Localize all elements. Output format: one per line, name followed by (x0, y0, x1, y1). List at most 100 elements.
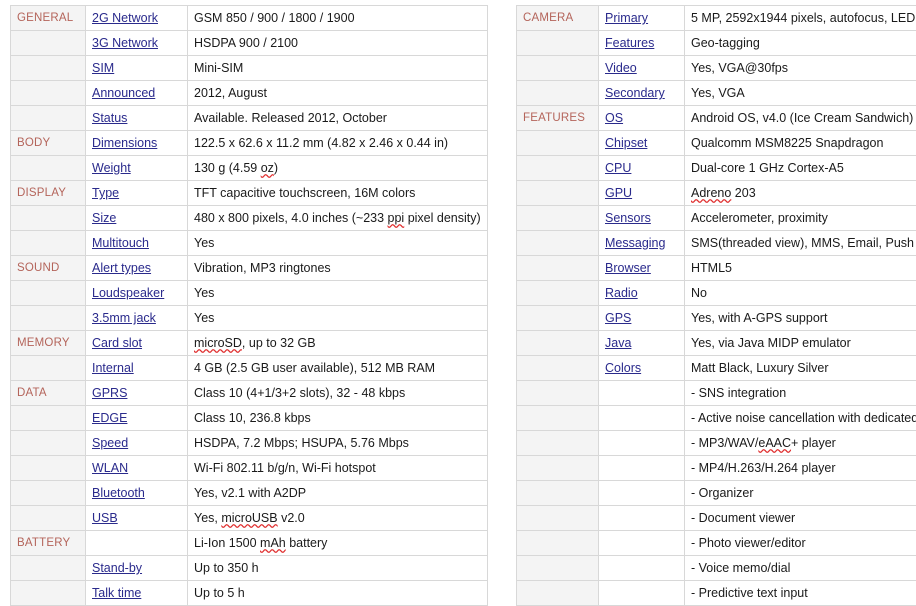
spec-link-cell[interactable]: Features (599, 31, 685, 56)
spec-value: 130 g (4.59 oz) (188, 156, 488, 181)
spec-link-cell[interactable]: 2G Network (86, 6, 188, 31)
category-cell-empty (11, 406, 86, 431)
spec-link-cell[interactable]: Internal (86, 356, 188, 381)
spec-link-gpu[interactable]: GPU (605, 186, 632, 200)
table-row: - Photo viewer/editor (517, 531, 916, 556)
spec-link-cell[interactable]: Announced (86, 81, 188, 106)
spec-link-java[interactable]: Java (605, 336, 631, 350)
spec-link-cell[interactable]: Sensors (599, 206, 685, 231)
spec-link-cell[interactable]: Radio (599, 281, 685, 306)
table-row: SOUNDAlert typesVibration, MP3 ringtones (11, 256, 488, 281)
spec-link-primary[interactable]: Primary (605, 11, 648, 25)
category-cell-empty (517, 256, 599, 281)
spec-value: - MP4/H.263/H.264 player (685, 456, 916, 481)
spec-link-cell[interactable]: Status (86, 106, 188, 131)
spec-link-stand-by[interactable]: Stand-by (92, 561, 142, 575)
spec-link-cell[interactable]: Primary (599, 6, 685, 31)
spec-link-edge[interactable]: EDGE (92, 411, 127, 425)
spec-link-internal[interactable]: Internal (92, 361, 134, 375)
spec-link-cell[interactable]: Speed (86, 431, 188, 456)
table-row: EDGEClass 10, 236.8 kbps (11, 406, 488, 431)
table-row: - Active noise cancellation with dedicat… (517, 406, 916, 431)
table-row: USB Yes, microUSB v2.0 (11, 506, 488, 531)
spec-link-cell[interactable]: Messaging (599, 231, 685, 256)
spec-link-chipset[interactable]: Chipset (605, 136, 647, 150)
spec-link-dimensions[interactable]: Dimensions (92, 136, 157, 150)
spec-link-radio[interactable]: Radio (605, 286, 638, 300)
spec-link-cell[interactable]: Loudspeaker (86, 281, 188, 306)
category-cell-empty (517, 556, 599, 581)
spec-link-bluetooth[interactable]: Bluetooth (92, 486, 145, 500)
spec-link-speed[interactable]: Speed (92, 436, 128, 450)
spec-link-cell[interactable]: Stand-by (86, 556, 188, 581)
spec-link-cell[interactable]: Browser (599, 256, 685, 281)
spec-link-cell[interactable]: SIM (86, 56, 188, 81)
spec-link-cell[interactable]: Java (599, 331, 685, 356)
spec-link-3-5mm-jack[interactable]: 3.5mm jack (92, 311, 156, 325)
spec-link-status[interactable]: Status (92, 111, 127, 125)
spec-link-colors[interactable]: Colors (605, 361, 641, 375)
spec-link-cell[interactable]: 3.5mm jack (86, 306, 188, 331)
spec-link-cell[interactable]: GPU (599, 181, 685, 206)
spec-link-cell[interactable]: OS (599, 106, 685, 131)
spec-link-secondary[interactable]: Secondary (605, 86, 665, 100)
spec-link-usb[interactable]: USB (92, 511, 118, 525)
spec-link-cell[interactable]: Multitouch (86, 231, 188, 256)
table-row: GPSYes, with A-GPS support (517, 306, 916, 331)
spec-link-card-slot[interactable]: Card slot (92, 336, 142, 350)
category-cell-empty (517, 406, 599, 431)
spec-link-cell[interactable]: Secondary (599, 81, 685, 106)
spec-link-loudspeaker[interactable]: Loudspeaker (92, 286, 164, 300)
spec-link-3g-network[interactable]: 3G Network (92, 36, 158, 50)
spec-link-cell[interactable]: Weight (86, 156, 188, 181)
table-row: 3.5mm jackYes (11, 306, 488, 331)
spec-link-cell-empty (599, 456, 685, 481)
spec-link-cell[interactable]: Card slot (86, 331, 188, 356)
spec-link-features[interactable]: Features (605, 36, 654, 50)
spec-link-cpu[interactable]: CPU (605, 161, 631, 175)
spec-value: GSM 850 / 900 / 1800 / 1900 (188, 6, 488, 31)
spec-link-cell[interactable]: Bluetooth (86, 481, 188, 506)
spec-link-sim[interactable]: SIM (92, 61, 114, 75)
spec-link-cell[interactable]: Type (86, 181, 188, 206)
spec-link-multitouch[interactable]: Multitouch (92, 236, 149, 250)
table-row: - MP4/H.263/H.264 player (517, 456, 916, 481)
spec-link-gprs[interactable]: GPRS (92, 386, 127, 400)
spec-link-cell[interactable]: Video (599, 56, 685, 81)
spec-link-cell[interactable]: Dimensions (86, 131, 188, 156)
spec-link-os[interactable]: OS (605, 111, 623, 125)
category-label-memory: MEMORY (11, 331, 86, 356)
spec-link-2g-network[interactable]: 2G Network (92, 11, 158, 25)
spec-link-cell[interactable]: GPRS (86, 381, 188, 406)
spec-link-alert-types[interactable]: Alert types (92, 261, 151, 275)
table-row: Internal4 GB (2.5 GB user available), 51… (11, 356, 488, 381)
spec-link-cell[interactable]: Chipset (599, 131, 685, 156)
spec-link-cell[interactable]: Alert types (86, 256, 188, 281)
spec-link-size[interactable]: Size (92, 211, 116, 225)
spec-link-announced[interactable]: Announced (92, 86, 155, 100)
table-row: - Organizer (517, 481, 916, 506)
spec-link-cell[interactable]: EDGE (86, 406, 188, 431)
spec-link-cell[interactable]: USB (86, 506, 188, 531)
spec-link-type[interactable]: Type (92, 186, 119, 200)
spec-link-talk-time[interactable]: Talk time (92, 586, 141, 600)
spec-link-messaging[interactable]: Messaging (605, 236, 665, 250)
spec-link-cell[interactable]: 3G Network (86, 31, 188, 56)
spec-link-browser[interactable]: Browser (605, 261, 651, 275)
category-label-battery: BATTERY (11, 531, 86, 556)
spec-link-gps[interactable]: GPS (605, 311, 631, 325)
category-cell-empty (11, 156, 86, 181)
category-cell-empty (517, 206, 599, 231)
spec-link-video[interactable]: Video (605, 61, 637, 75)
spec-link-cell[interactable]: WLAN (86, 456, 188, 481)
spec-link-cell[interactable]: Size (86, 206, 188, 231)
table-row: FeaturesGeo-tagging (517, 31, 916, 56)
spec-value: Yes, microUSB v2.0 (188, 506, 488, 531)
spec-link-weight[interactable]: Weight (92, 161, 131, 175)
spec-link-cell[interactable]: GPS (599, 306, 685, 331)
spec-link-cell[interactable]: CPU (599, 156, 685, 181)
spec-link-cell[interactable]: Colors (599, 356, 685, 381)
spec-link-wlan[interactable]: WLAN (92, 461, 128, 475)
spec-link-sensors[interactable]: Sensors (605, 211, 651, 225)
category-cell-empty (517, 156, 599, 181)
